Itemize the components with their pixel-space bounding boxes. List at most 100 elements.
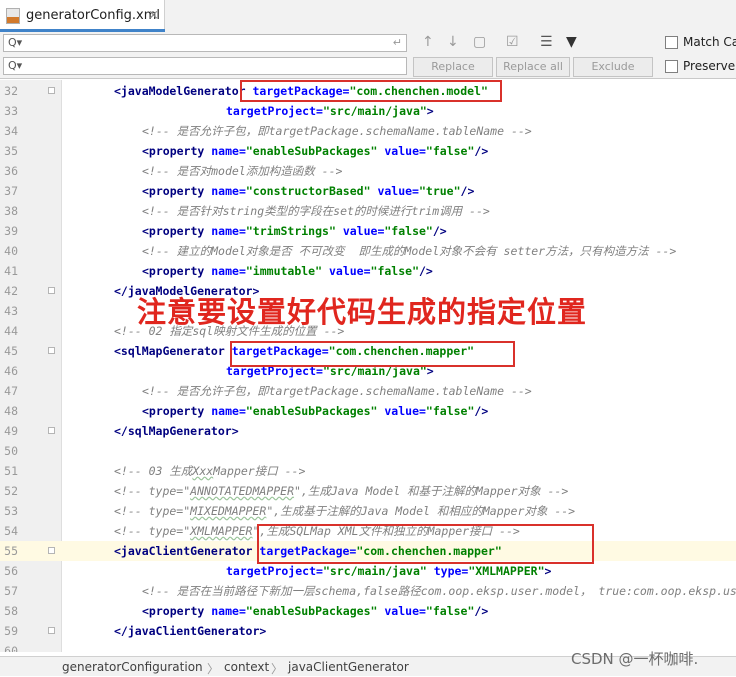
tab-label: generatorConfig.xml [26,8,161,23]
line-number: 55 [4,544,18,558]
next-occurrence-icon[interactable]: ↓ [447,34,459,50]
code-text: <!-- 03 生成XxxMapper接口 --> [114,464,306,478]
find-input[interactable]: Q▾ ↵ [3,34,407,52]
code-line[interactable]: 37 <property name="constructorBased" valu… [0,181,736,201]
line-number: 38 [4,204,18,218]
watermark: CSDN @一杯咖啡. [571,650,699,668]
code-line[interactable]: 56 targetProject="src/main/java" type="XM… [0,561,736,581]
line-number: 59 [4,624,18,638]
fold-toggle-icon[interactable] [48,347,55,354]
code-line[interactable]: 51 <!-- 03 生成XxxMapper接口 --> [0,461,736,481]
code-editor[interactable]: 32 <javaModelGenerator targetPackage="com… [0,80,736,652]
code-text: <property name="enableSubPackages" value… [142,144,489,158]
fold-toggle-icon[interactable] [48,547,55,554]
code-line[interactable]: 33 targetProject="src/main/java"> [0,101,736,121]
filter-icon[interactable]: ☰ [540,34,553,50]
line-number: 47 [4,384,18,398]
search-icon[interactable]: Q▾ [8,59,22,72]
fold-toggle-icon[interactable] [48,87,55,94]
code-text: </javaClientGenerator> [114,624,267,638]
code-text: <!-- 建立的Model对象是否 不可改变 即生成的Model对象不会有 se… [142,244,677,258]
line-number: 32 [4,84,18,98]
replace-input[interactable]: Q▾ [3,57,407,75]
highlight-box-model-package [240,80,502,102]
replace-button[interactable]: Replace [413,57,493,77]
code-line[interactable]: 39 <property name="trimStrings" value="fa… [0,221,736,241]
previous-occurrence-icon[interactable]: ↑ [422,34,434,50]
line-number: 51 [4,464,18,478]
code-line[interactable]: 41 <property name="immutable" value="fals… [0,261,736,281]
code-line[interactable]: 36 <!-- 是否对model添加构造函数 --> [0,161,736,181]
line-number: 60 [4,644,18,652]
line-number: 52 [4,484,18,498]
annotation-text: 注意要设置好代码生成的指定位置 [137,295,588,329]
code-line[interactable]: 58 <property name="enableSubPackages" val… [0,601,736,621]
line-number: 43 [4,304,18,318]
code-text: <property name="trimStrings" value="fals… [142,224,447,238]
code-text: <!-- type="ANNOTATEDMAPPER",生成Java Model… [114,484,569,498]
code-text: <!-- 是否允许子包，即targetPackage.schemaName.ta… [142,124,532,138]
funnel-filter-icon[interactable]: ▼ [566,34,577,50]
replace-all-button[interactable]: Replace all [496,57,570,77]
fold-toggle-icon[interactable] [48,627,55,634]
line-number: 46 [4,364,18,378]
toggle-multiline-icon[interactable]: ☑ [506,34,519,50]
match-case-checkbox[interactable] [665,36,678,49]
code-line[interactable]: 40 <!-- 建立的Model对象是否 不可改变 即生成的Model对象不会有 … [0,241,736,261]
search-icon[interactable]: Q▾ [8,36,22,49]
fold-toggle-icon[interactable] [48,287,55,294]
preserve-case-checkbox[interactable] [665,60,678,73]
line-number: 54 [4,524,18,538]
code-text: <!-- 是否在当前路径下新加一层schema,false路径com.oop.e… [142,584,736,598]
line-number: 36 [4,164,18,178]
line-number: 34 [4,124,18,138]
code-line[interactable]: 48 <property name="enableSubPackages" val… [0,401,736,421]
line-number: 33 [4,104,18,118]
code-line[interactable]: 59 </javaClientGenerator> [0,621,736,641]
line-number: 44 [4,324,18,338]
code-text: <!-- 是否针对string类型的字段在set的时候进行trim调用 --> [142,204,490,218]
code-text: <!-- type="MIXEDMAPPER",生成基于注解的Java Mode… [114,504,576,518]
xml-file-icon [6,8,20,24]
line-number: 39 [4,224,18,238]
code-line[interactable]: 50 [0,441,736,461]
line-number: 37 [4,184,18,198]
line-number: 35 [4,144,18,158]
exclude-button[interactable]: Exclude [573,57,653,77]
code-text: <property name="enableSubPackages" value… [142,404,489,418]
code-text: <property name="immutable" value="false"… [142,264,433,278]
code-text: <property name="constructorBased" value=… [142,184,475,198]
breadcrumb-item-generatorconfiguration[interactable]: generatorConfiguration [62,660,203,674]
breadcrumb-item-context[interactable]: context [224,660,269,674]
preserve-case-label: Preserve Case [683,59,736,73]
tab-generatorconfig-xml[interactable]: generatorConfig.xml × [0,0,165,32]
new-line-icon[interactable]: ↵ [393,36,402,49]
line-number: 45 [4,344,18,358]
code-text: targetProject="src/main/java"> [226,104,434,118]
highlight-box-client-package [257,524,594,564]
code-line[interactable]: 57 <!-- 是否在当前路径下新加一层schema,false路径com.oop… [0,581,736,601]
fold-toggle-icon[interactable] [48,427,55,434]
line-number: 57 [4,584,18,598]
code-line[interactable]: 47 <!-- 是否允许子包，即targetPackage.schemaName.… [0,381,736,401]
select-all-occurrences-icon[interactable]: ▢ [473,34,486,50]
code-text: <!-- 是否允许子包，即targetPackage.schemaName.ta… [142,384,532,398]
code-line[interactable]: 49 </sqlMapGenerator> [0,421,736,441]
line-number: 40 [4,244,18,258]
code-line[interactable]: 34 <!-- 是否允许子包，即targetPackage.schemaName.… [0,121,736,141]
code-line[interactable]: 52 <!-- type="ANNOTATEDMAPPER",生成Java Mod… [0,481,736,501]
code-text: </sqlMapGenerator> [114,424,239,438]
line-number: 50 [4,444,18,458]
highlight-box-sqlmap-package [230,341,515,367]
code-text: <!-- 是否对model添加构造函数 --> [142,164,343,178]
code-line[interactable]: 53 <!-- type="MIXEDMAPPER",生成基于注解的Java Mo… [0,501,736,521]
breadcrumb-separator: 〉 [207,662,220,676]
code-line[interactable]: 38 <!-- 是否针对string类型的字段在set的时候进行trim调用 --… [0,201,736,221]
breadcrumb-separator: 〉 [271,662,284,676]
code-text: <property name="enableSubPackages" value… [142,604,489,618]
breadcrumb-item-javaclientgenerator[interactable]: javaClientGenerator [288,660,409,674]
code-line[interactable]: 35 <property name="enableSubPackages" val… [0,141,736,161]
line-number: 56 [4,564,18,578]
editor-tab-bar: generatorConfig.xml × [0,0,736,33]
close-icon[interactable]: × [148,8,159,23]
